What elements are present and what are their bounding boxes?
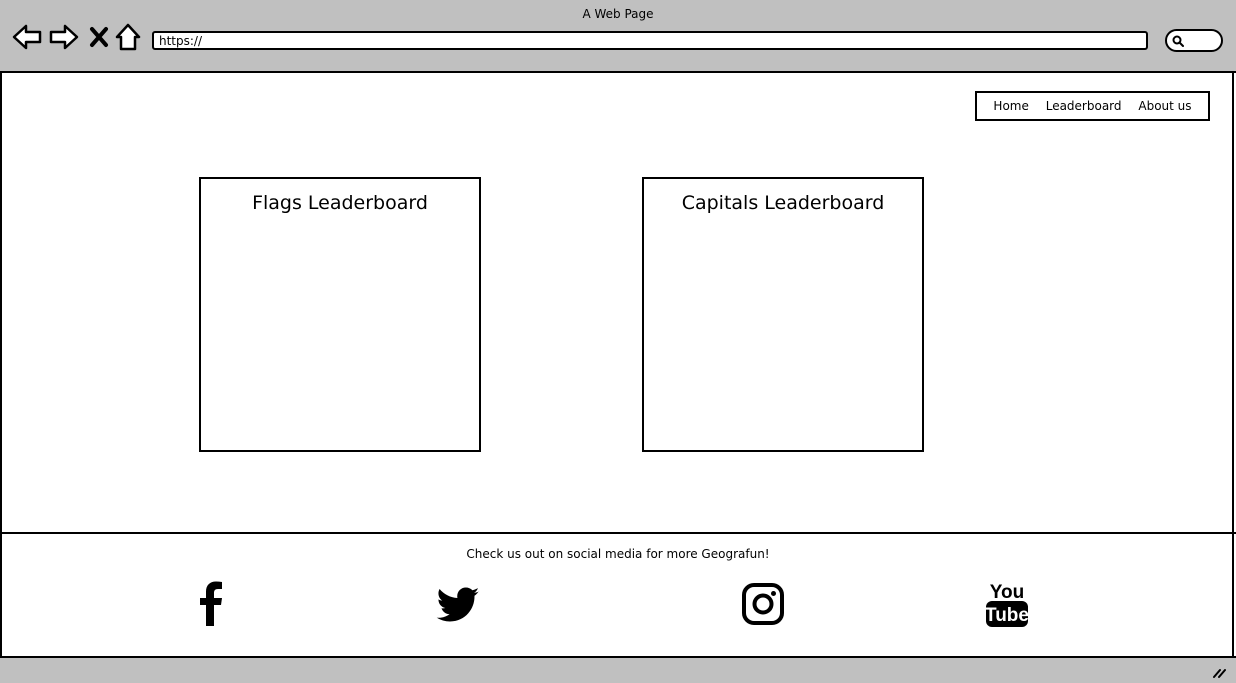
browser-statusbar (0, 656, 1236, 683)
browser-titlebar: A Web Page https:// (0, 0, 1236, 73)
x-icon[interactable] (86, 22, 112, 52)
back-arrow-icon[interactable] (12, 22, 42, 52)
twitter-icon[interactable] (435, 580, 481, 628)
footer-divider (0, 532, 1236, 534)
facebook-icon[interactable] (188, 580, 234, 628)
capitals-leaderboard-title: Capitals Leaderboard (681, 192, 885, 214)
instagram-icon[interactable] (740, 580, 786, 628)
url-text[interactable]: https:// (159, 33, 202, 49)
footer-text: Check us out on social media for more Ge… (466, 547, 770, 561)
window-title: A Web Page (582, 7, 654, 21)
youtube-tube-text: Tube (985, 605, 1029, 626)
forward-arrow-icon[interactable] (49, 22, 79, 52)
youtube-icon[interactable]: You Tube (984, 580, 1030, 628)
nav-about-link[interactable]: About us (1138, 98, 1191, 114)
nav-home-link[interactable]: Home (993, 98, 1028, 114)
site-nav: Home Leaderboard About us (975, 91, 1210, 121)
flags-leaderboard-title: Flags Leaderboard (252, 192, 428, 214)
magnifier-icon (1172, 35, 1184, 47)
youtube-you-text: You (990, 582, 1024, 603)
resize-grip-icon[interactable] (1212, 665, 1226, 679)
nav-leaderboard-link[interactable]: Leaderboard (1046, 98, 1122, 114)
capitals-leaderboard-panel: Capitals Leaderboard (642, 177, 924, 452)
url-bar[interactable]: https:// (152, 31, 1148, 50)
search-button[interactable] (1165, 29, 1223, 52)
flags-leaderboard-panel: Flags Leaderboard (199, 177, 481, 452)
home-icon[interactable] (114, 22, 142, 52)
